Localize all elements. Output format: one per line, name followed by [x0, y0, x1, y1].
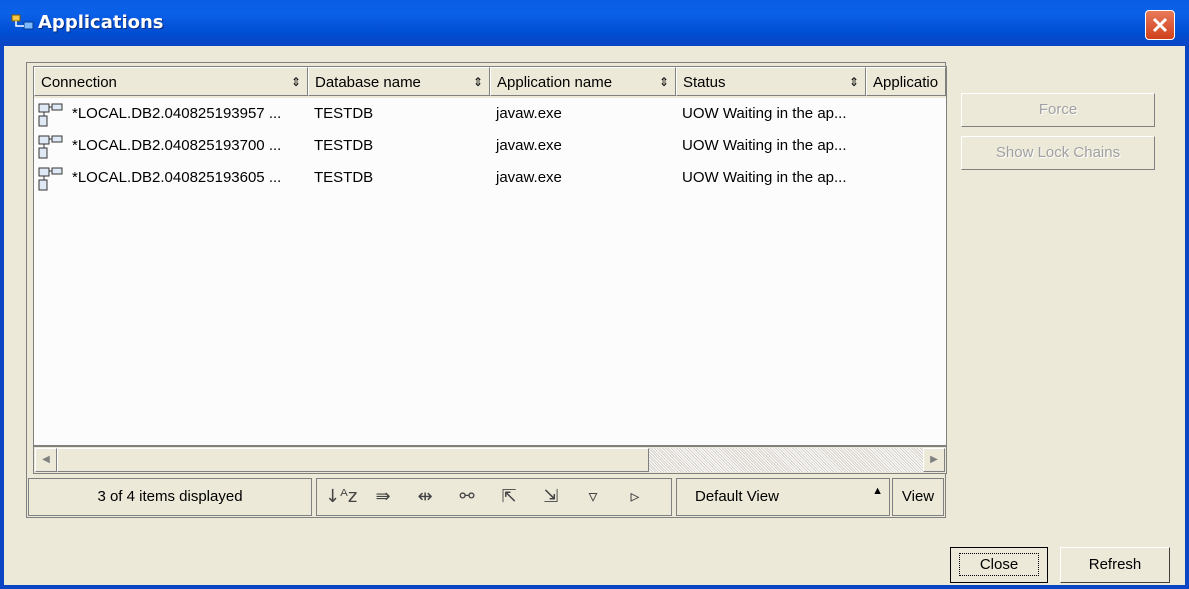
close-window-button[interactable]: [1145, 10, 1175, 40]
status-cell: UOW Waiting in the ap...: [682, 105, 847, 122]
connection-cell: *LOCAL.DB2.040825193700 ...: [72, 137, 282, 154]
show-lock-chains-button[interactable]: Show Lock Chains: [961, 136, 1155, 170]
view-select[interactable]: Default View ▲: [676, 478, 890, 516]
column-label: Connection: [41, 74, 117, 91]
window-title: Applications: [38, 12, 164, 33]
sort-icon: ⇕: [848, 75, 859, 89]
sort-icon: ⇕: [658, 75, 669, 89]
database-cell: TESTDB: [314, 137, 374, 154]
close-button[interactable]: Close: [950, 547, 1048, 583]
deselect-all-icon[interactable]: ⇲: [535, 482, 567, 512]
sort-icon: ⇕: [290, 75, 301, 89]
horizontal-scrollbar[interactable]: ◀ ▶: [33, 446, 947, 474]
column-header-application[interactable]: Applicatio: [866, 67, 946, 96]
find-icon[interactable]: ⚯: [451, 482, 483, 512]
view-button[interactable]: View: [892, 478, 944, 516]
collapse-all-icon[interactable]: ▹: [619, 482, 651, 512]
table-row[interactable]: *LOCAL.DB2.040825193605 ... TESTDB javaw…: [34, 163, 946, 195]
title-bar: Applications: [0, 0, 1189, 46]
column-label: Database name: [315, 74, 421, 91]
connection-icon: [38, 167, 63, 191]
table-toolbar: ↓ᴬz ⇛ ⇹ ⚯ ⇱ ⇲ ▿ ▹: [316, 478, 672, 516]
force-button[interactable]: Force: [961, 93, 1155, 127]
sort-icon[interactable]: ↓ᴬz: [325, 482, 357, 512]
scroll-right-icon[interactable]: ▶: [923, 448, 945, 472]
column-label: Application name: [497, 74, 613, 91]
select-all-icon[interactable]: ⇱: [493, 482, 525, 512]
customize-columns-icon[interactable]: ⇹: [409, 482, 441, 512]
application-cell: javaw.exe: [496, 105, 562, 122]
filter-icon[interactable]: ⇛: [367, 482, 399, 512]
connection-icon: [38, 135, 63, 159]
scroll-left-icon[interactable]: ◀: [35, 448, 57, 472]
applications-table: Connection ⇕ Database name ⇕ Application n…: [33, 66, 947, 446]
close-icon: [1152, 17, 1168, 33]
scrollbar-thumb[interactable]: [57, 448, 649, 472]
status-cell: UOW Waiting in the ap...: [682, 169, 847, 186]
table-row[interactable]: *LOCAL.DB2.040825193957 ... TESTDB javaw…: [34, 99, 946, 131]
application-cell: javaw.exe: [496, 137, 562, 154]
column-label: Status: [683, 74, 726, 91]
column-header-application-name[interactable]: Application name ⇕: [490, 67, 676, 96]
expand-all-icon[interactable]: ▿: [577, 482, 609, 512]
database-cell: TESTDB: [314, 105, 374, 122]
sort-icon: ⇕: [472, 75, 483, 89]
scrollbar-track[interactable]: [649, 448, 924, 472]
refresh-button[interactable]: Refresh: [1060, 547, 1170, 583]
items-displayed-status: 3 of 4 items displayed: [28, 478, 312, 516]
table-row[interactable]: *LOCAL.DB2.040825193700 ... TESTDB javaw…: [34, 131, 946, 163]
column-header-connection[interactable]: Connection ⇕: [34, 67, 308, 96]
connection-icon: [38, 103, 63, 127]
application-cell: javaw.exe: [496, 169, 562, 186]
status-cell: UOW Waiting in the ap...: [682, 137, 847, 154]
connection-cell: *LOCAL.DB2.040825193957 ...: [72, 105, 282, 122]
close-button-label: Close: [958, 553, 1040, 576]
database-cell: TESTDB: [314, 169, 374, 186]
view-select-value: Default View: [695, 488, 779, 505]
chevron-up-icon: ▲: [872, 485, 883, 497]
application-icon: [11, 14, 34, 30]
table-header: Connection ⇕ Database name ⇕ Application n…: [34, 67, 946, 98]
connection-cell: *LOCAL.DB2.040825193605 ...: [72, 169, 282, 186]
column-header-status[interactable]: Status ⇕: [676, 67, 866, 96]
column-header-database-name[interactable]: Database name ⇕: [308, 67, 490, 96]
column-label: Applicatio: [873, 74, 939, 91]
